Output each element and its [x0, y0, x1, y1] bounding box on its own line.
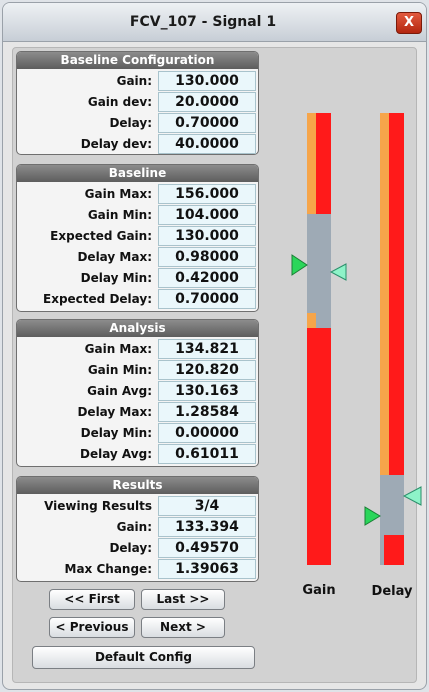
gain-band-bottom [307, 313, 316, 328]
gain-band-top [307, 113, 316, 214]
delay-current-marker [364, 506, 381, 526]
gain-range [307, 214, 331, 328]
delay-band [380, 113, 389, 522]
delay-expected-marker [402, 486, 422, 506]
gain-expected-marker [329, 263, 347, 281]
delay-range [380, 475, 404, 535]
gain-meter-label: Gain [302, 583, 336, 598]
delay-meter-label: Delay [371, 584, 413, 599]
gain-current-marker [291, 254, 308, 276]
delay-range-stem [380, 535, 384, 565]
